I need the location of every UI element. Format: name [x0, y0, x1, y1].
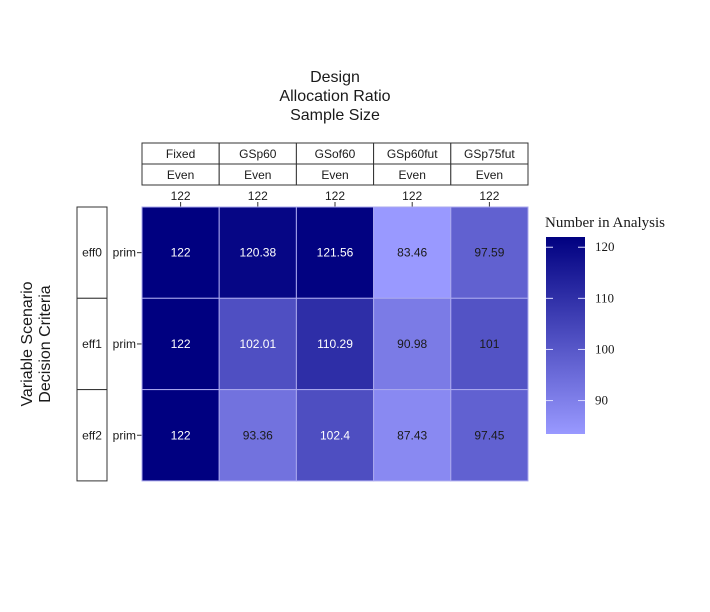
color-legend: Number in Analysis 120 110 100 90	[545, 215, 665, 434]
strip-design-label: GSp60fut	[387, 147, 438, 161]
title-line-design: Design	[310, 69, 360, 86]
x-tick-label: 122	[171, 189, 191, 203]
title-line-allocation: Allocation Ratio	[279, 88, 390, 105]
legend-tick-label: 100	[595, 341, 615, 356]
heatmap-cells: 122 120.38 121.56 83.46 97.59 122 102.01 110.29…	[141, 206, 529, 482]
strip-allocation-label: Even	[476, 168, 503, 182]
y-tick-label: prim	[113, 246, 136, 260]
cell-value-label: 122	[171, 337, 191, 351]
legend-tick-label: 120	[595, 239, 615, 254]
cell-value-label: 101	[479, 337, 499, 351]
cell-value-label: 102.01	[239, 337, 276, 351]
y-tick-label: prim	[113, 337, 136, 351]
cell-value-label: 110.29	[317, 337, 353, 351]
x-tick-label: 122	[402, 189, 422, 203]
cell-value-label: 102.4	[320, 428, 350, 442]
cell-value-label: 121.56	[317, 246, 354, 260]
cell-value-label: 83.46	[397, 246, 427, 260]
x-tick-label: 122	[248, 189, 268, 203]
ylabel-line-scenario: Variable Scenario	[19, 281, 36, 406]
strip-scenario-label: eff2	[82, 428, 102, 442]
strip-scenario-label: eff0	[82, 246, 102, 260]
strip-design-label: GSp75fut	[464, 147, 515, 161]
column-facet-strips: Fixed Even GSp60 Even GSof60 Even GSp60fut Even…	[141, 142, 529, 186]
legend-colorbar	[546, 237, 585, 434]
cell-value-label: 87.43	[397, 428, 427, 442]
cell-value-label: 97.59	[474, 246, 504, 260]
strip-allocation-label: Even	[399, 168, 426, 182]
cell-value-label: 122	[171, 428, 191, 442]
strip-allocation-label: Even	[244, 168, 271, 182]
strip-allocation-label: Even	[321, 168, 348, 182]
cell-value-label: 97.45	[474, 428, 504, 442]
legend-tick-label: 90	[595, 393, 608, 408]
x-tick-label: 122	[479, 189, 499, 203]
legend-tick-label: 110	[595, 290, 614, 305]
y-axis-title: Variable Scenario Decision Criteria	[19, 281, 54, 406]
strip-scenario-label: eff1	[82, 337, 102, 351]
cell-value-label: 93.36	[243, 428, 273, 442]
x-axis-ticks: 122 122 122 122 122	[171, 189, 500, 207]
title-line-sample-size: Sample Size	[290, 107, 380, 124]
x-tick-label: 122	[325, 189, 345, 203]
row-facet-strips: eff0 eff1 eff2	[76, 206, 108, 482]
cell-value-label: 122	[171, 246, 191, 260]
legend-title: Number in Analysis	[545, 215, 665, 231]
strip-design-label: GSp60	[239, 147, 277, 161]
cell-value-label: 90.98	[397, 337, 427, 351]
ylabel-line-criteria: Decision Criteria	[37, 285, 54, 402]
strip-design-label: Fixed	[166, 147, 195, 161]
chart-title: Design Allocation Ratio Sample Size	[279, 69, 390, 124]
strip-allocation-label: Even	[167, 168, 194, 182]
strip-design-label: GSof60	[315, 147, 356, 161]
y-axis-ticks: prim prim prim	[113, 246, 142, 442]
heatmap-chart: Design Allocation Ratio Sample Size Vari…	[19, 69, 665, 482]
y-tick-label: prim	[113, 428, 136, 442]
cell-value-label: 120.38	[239, 246, 276, 260]
